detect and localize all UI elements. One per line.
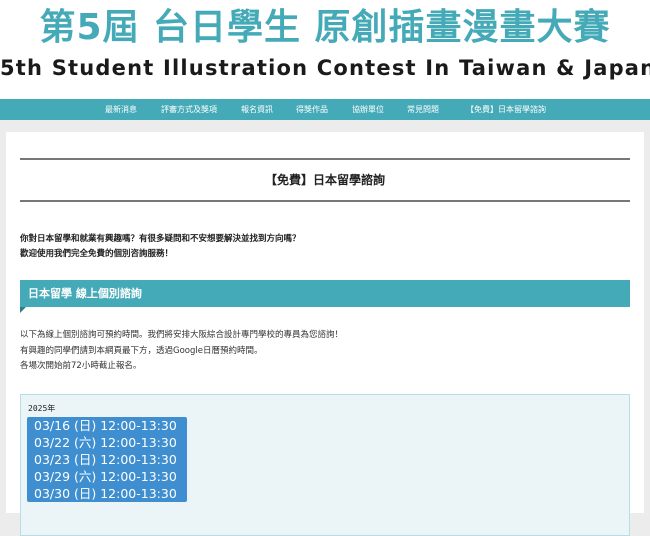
description-line: 有興趣的同學們請到本網頁最下方，透過Google日曆預約時間。: [20, 345, 263, 356]
nav-item-registration[interactable]: 報名資訊: [241, 99, 273, 120]
schedule-slot[interactable]: 03/23 (日) 12:00-13:30: [27, 451, 187, 468]
schedule-slot[interactable]: 03/22 (六) 12:00-13:30: [27, 434, 187, 451]
page-title: 【免費】日本留學諮詢: [264, 173, 385, 187]
intro-text: 你對日本留學和就業有興趣嗎？有很多疑問和不安想要解決並找到方向嗎？ 歡迎使用我們…: [20, 232, 630, 262]
nav-item-judging[interactable]: 評審方式及獎項: [161, 99, 217, 120]
site-title-zh: 第5屆 台日學生 原創插畫漫畫大賽: [39, 7, 611, 48]
main-nav: 最新消息 評審方式及獎項 報名資訊 得獎作品 協辦單位 常見問題 【免費】日本留…: [0, 99, 650, 120]
intro-line: 你對日本留學和就業有興趣嗎？有很多疑問和不安想要解決並找到方向嗎？: [20, 234, 301, 244]
nav-item-co-organizers[interactable]: 協辦單位: [352, 99, 384, 120]
description-line: 以下為線上個別諮詢可預約時間。我們將安排大阪綜合設計專門學校的專員為您諮詢！: [20, 330, 344, 340]
nav-item-faq[interactable]: 常見問題: [407, 99, 439, 120]
nav-item-study-consult[interactable]: 【免費】日本留學諮詢: [466, 99, 546, 120]
schedule-slot[interactable]: 03/30 (日) 12:00-13:30: [27, 485, 187, 502]
schedule-slot[interactable]: 03/16 (日) 12:00-13:30: [27, 417, 187, 434]
intro-line: 歡迎使用我們完全免費的個別咨詢服務！: [20, 249, 174, 259]
schedule-slot[interactable]: 03/29 (六) 12:00-13:30: [27, 468, 187, 485]
main-content: 【免費】日本留學諮詢 你對日本留學和就業有興趣嗎？有很多疑問和不安想要解決並找到…: [6, 132, 644, 536]
section-title: 日本留學 線上個別諮詢: [28, 287, 142, 300]
section-description: 以下為線上個別諮詢可預約時間。我們將安排大阪綜合設計專門學校的專員為您諮詢！ 有…: [20, 328, 630, 375]
nav-item-news[interactable]: 最新消息: [105, 99, 137, 120]
section-heading: 日本留學 線上個別諮詢: [20, 280, 630, 307]
site-header: 第5屆 台日學生 原創插畫漫畫大賽 5th Student Illustrati…: [0, 0, 650, 99]
site-title-en: 5th Student Illustration Contest In Taiw…: [0, 56, 650, 80]
schedule-slot-list: 03/16 (日) 12:00-13:30 03/22 (六) 12:00-13…: [27, 417, 187, 502]
description-line: 各場次開始前72小時截止報名。: [20, 361, 142, 371]
nav-item-winners[interactable]: 得獎作品: [296, 99, 328, 120]
page-title-box: 【免費】日本留學諮詢: [20, 158, 630, 202]
schedule-box: 2025年 03/16 (日) 12:00-13:30 03/22 (六) 12…: [20, 394, 630, 536]
section-heading-fold: [20, 307, 26, 313]
schedule-year: 2025年: [28, 404, 56, 413]
